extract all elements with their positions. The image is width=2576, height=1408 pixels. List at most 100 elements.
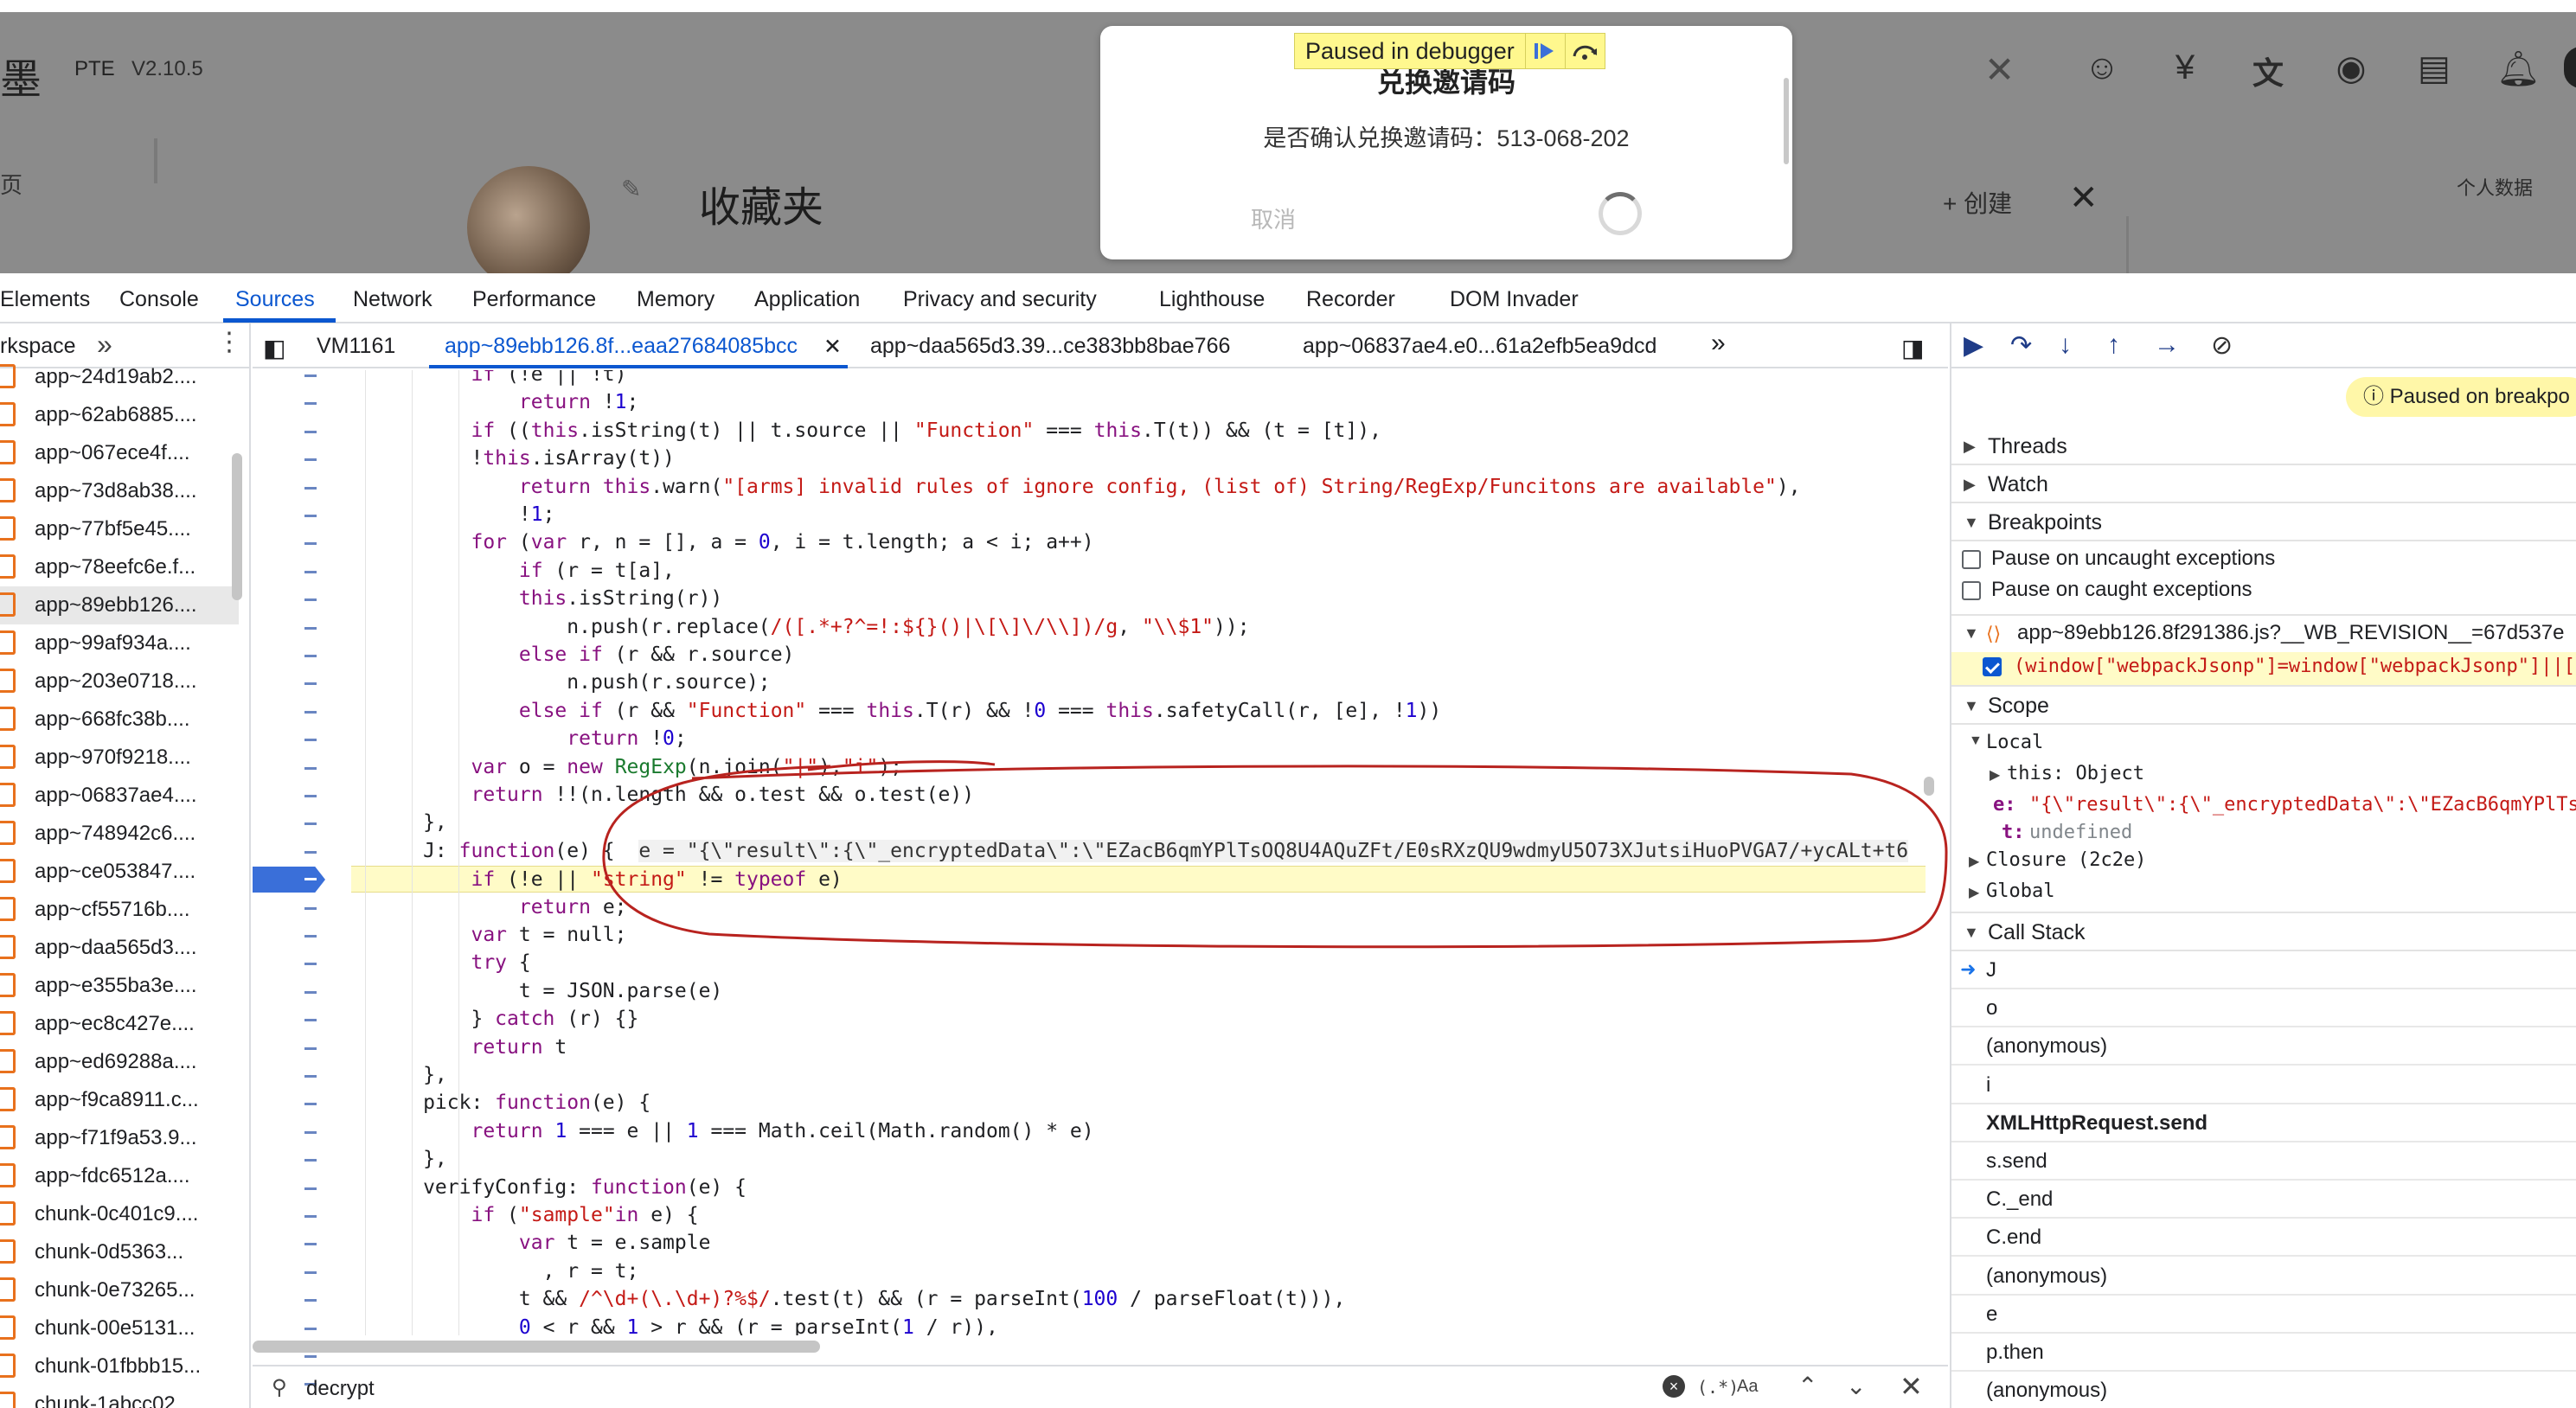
navigator-menu-icon[interactable]: ⋮: [216, 327, 242, 357]
line-number-marker[interactable]: [304, 598, 317, 601]
breakpoint-enabled-checkbox[interactable]: [1983, 657, 2002, 676]
file-item[interactable]: app~748942c6....: [0, 815, 239, 853]
section-scope[interactable]: ▼ Scope: [1951, 688, 2576, 723]
tab-memory[interactable]: Memory: [637, 287, 714, 312]
more-editor-tabs-icon[interactable]: »: [1711, 329, 1726, 358]
call-stack-frame[interactable]: e: [1951, 1296, 2576, 1334]
collapse-arrow-icon[interactable]: ▼: [1964, 624, 1979, 643]
deactivate-breakpoints-icon[interactable]: ⊘: [2211, 330, 2233, 361]
file-item[interactable]: app~78eefc6e.f...: [0, 548, 239, 586]
call-stack-frame[interactable]: o: [1951, 989, 2576, 1028]
dialog-scrollbar[interactable]: [1784, 78, 1789, 164]
call-stack-frame[interactable]: C.end: [1951, 1219, 2576, 1258]
file-item[interactable]: app~fdc6512a....: [0, 1157, 239, 1195]
step-over-button[interactable]: [1564, 33, 1605, 69]
breakpoint-marker[interactable]: [253, 867, 325, 893]
line-number-marker[interactable]: [304, 571, 317, 573]
search-clear-icon[interactable]: ✕: [1984, 48, 2015, 91]
line-number-marker[interactable]: [304, 1215, 317, 1218]
tab-console[interactable]: Console: [119, 287, 199, 312]
file-item[interactable]: app~24d19ab2....: [0, 358, 239, 396]
file-item[interactable]: app~62ab6885....: [0, 396, 239, 434]
file-item[interactable]: app~668fc38b....: [0, 701, 239, 739]
navigator-scrollbar[interactable]: [232, 453, 242, 600]
call-stack-frame[interactable]: (anonymous): [1951, 1372, 2576, 1408]
line-number-marker[interactable]: [304, 487, 317, 490]
editor-tab-vm1161[interactable]: VM1161: [317, 334, 395, 359]
create-button[interactable]: + 创建: [1943, 185, 2012, 220]
code-area[interactable]: if (!e || !t) return !1; if ((this.isStr…: [351, 370, 1926, 1335]
step-into-icon[interactable]: ↓: [2059, 330, 2072, 360]
editor-tab-app-06837ae4[interactable]: app~06837ae4.e0...61a2efb5ea9dcd: [1303, 334, 1656, 359]
line-number-marker[interactable]: [304, 711, 317, 714]
file-item[interactable]: app~f9ca8911.c...: [0, 1081, 239, 1119]
line-number-marker[interactable]: [304, 515, 317, 517]
file-item[interactable]: chunk-0d5363...: [0, 1233, 239, 1271]
editor-tab-app-daa565d3[interactable]: app~daa565d3.39...ce383bb8bae766: [870, 334, 1230, 359]
file-item[interactable]: app~067ece4f....: [0, 434, 239, 472]
file-item[interactable]: chunk-00e5131...: [0, 1309, 239, 1347]
line-number-marker[interactable]: [304, 1131, 317, 1134]
file-item[interactable]: app~cf55716b....: [0, 891, 239, 929]
file-item[interactable]: chunk-0e73265...: [0, 1271, 239, 1309]
line-number-marker[interactable]: [304, 1187, 317, 1190]
tab-application[interactable]: Application: [754, 287, 860, 312]
call-stack-frame[interactable]: (anonymous): [1951, 1027, 2576, 1066]
tab-sources[interactable]: Sources: [235, 287, 315, 312]
line-number-marker[interactable]: [304, 402, 317, 405]
line-number-marker[interactable]: [304, 795, 317, 797]
tab-performance[interactable]: Performance: [472, 287, 596, 312]
section-watch[interactable]: ▶ Watch: [1951, 467, 2576, 502]
line-number-marker[interactable]: [304, 1271, 317, 1274]
line-number-marker[interactable]: [304, 542, 317, 545]
next-match-icon[interactable]: ⌄: [1846, 1372, 1866, 1400]
scope-closure[interactable]: Closure (2c2e): [1986, 849, 2146, 871]
step-icon[interactable]: →: [2154, 330, 2180, 360]
editor-tab-close-icon[interactable]: ✕: [823, 334, 842, 360]
line-number-marker[interactable]: [304, 1355, 317, 1358]
user-menu-icon[interactable]: [2564, 47, 2576, 88]
line-number-marker[interactable]: [304, 1075, 317, 1078]
step-over-icon[interactable]: ↷: [2010, 330, 2032, 361]
line-number-marker[interactable]: [304, 767, 317, 770]
search-input[interactable]: decrypt: [306, 1377, 375, 1401]
scope-this[interactable]: this: Object: [2007, 763, 2144, 784]
line-number-marker[interactable]: [304, 431, 317, 433]
line-number-marker[interactable]: [304, 935, 317, 938]
nav-fragment[interactable]: 页: [0, 168, 22, 200]
file-item[interactable]: app~06837ae4....: [0, 777, 239, 815]
translate-icon[interactable]: 文: [2247, 48, 2289, 93]
line-number-marker[interactable]: [304, 1019, 317, 1021]
file-item[interactable]: app~89ebb126....: [0, 586, 239, 624]
file-item[interactable]: app~ec8c427e....: [0, 1005, 239, 1043]
pause-caught-checkbox[interactable]: [1962, 581, 1981, 600]
file-item[interactable]: app~99af934a....: [0, 624, 239, 662]
message-icon[interactable]: ▤: [2413, 48, 2455, 88]
file-item[interactable]: app~f71f9a53.9...: [0, 1119, 239, 1157]
line-number-marker[interactable]: [304, 1159, 317, 1162]
bell-icon[interactable]: 🔔︎: [2496, 48, 2541, 89]
file-item[interactable]: chunk-1abcc02...: [0, 1386, 239, 1408]
pause-uncaught-checkbox[interactable]: [1962, 550, 1981, 569]
file-item[interactable]: app~77bf5e45....: [0, 510, 239, 548]
avatar[interactable]: [467, 166, 590, 273]
call-stack-frame[interactable]: s.send: [1951, 1142, 2576, 1181]
navigator-workspace-tab[interactable]: rkspace: [0, 334, 76, 359]
tab-network[interactable]: Network: [353, 287, 433, 312]
line-number-marker[interactable]: [304, 1328, 317, 1330]
tab-privacy-and-security[interactable]: Privacy and security: [903, 287, 1097, 312]
line-number-marker[interactable]: [304, 627, 317, 630]
tab-dom-invader[interactable]: DOM Invader: [1450, 287, 1579, 312]
line-gutter[interactable]: [253, 370, 351, 1386]
file-item[interactable]: app~970f9218....: [0, 739, 239, 777]
call-stack-frame[interactable]: ➜ J: [1951, 951, 2576, 989]
editor-vertical-scrollbar[interactable]: [1924, 777, 1934, 796]
expand-arrow-icon[interactable]: ▶: [1969, 884, 1979, 901]
toggle-debugger-sidebar-icon[interactable]: ◨: [1901, 334, 1924, 362]
call-stack-frame[interactable]: i: [1951, 1066, 2576, 1104]
line-number-marker[interactable]: [304, 458, 317, 461]
line-number-marker[interactable]: [304, 991, 317, 994]
file-item[interactable]: app~203e0718....: [0, 662, 239, 701]
palette-icon[interactable]: ◉: [2330, 48, 2372, 88]
call-stack-frame[interactable]: p.then: [1951, 1334, 2576, 1372]
